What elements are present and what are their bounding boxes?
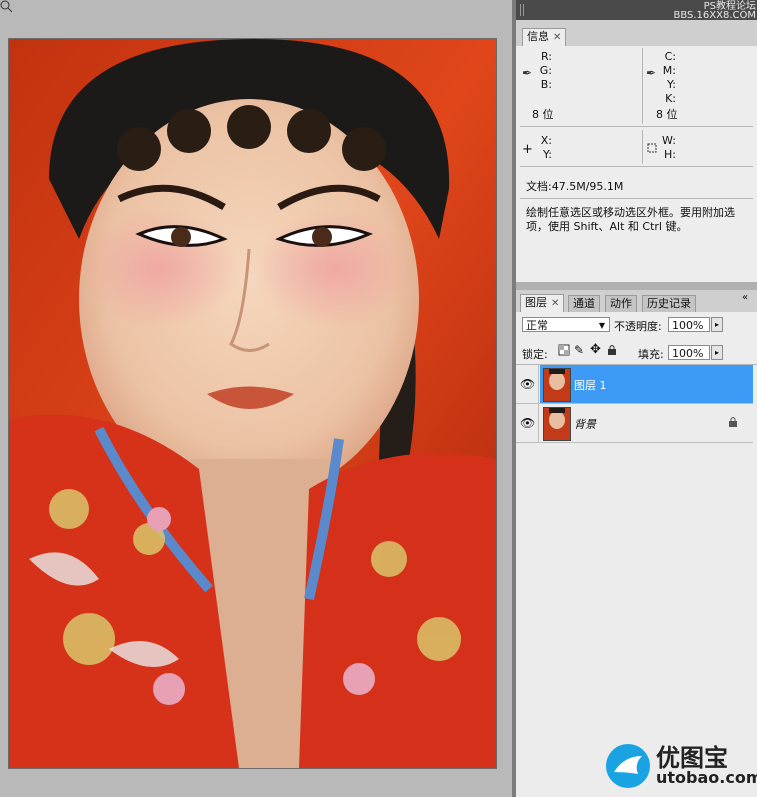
opacity-label: 不透明度:	[614, 320, 662, 333]
tab-layers[interactable]: 图层 ✕	[520, 294, 565, 312]
selection-size-icon	[646, 142, 658, 157]
tab-actions-label: 动作	[610, 297, 632, 310]
layer-row-layer1[interactable]: 👁 图层 1	[516, 365, 753, 404]
cmyk-labels: C: M: Y: K:	[662, 50, 676, 106]
lock-label: 锁定:	[522, 348, 548, 361]
tab-info[interactable]: 信息 ✕	[522, 28, 567, 46]
eyedropper-icon: ✒	[646, 66, 657, 80]
visibility-eye-icon[interactable]: 👁	[520, 377, 535, 391]
visibility-eye-icon[interactable]: 👁	[520, 416, 535, 430]
label-g: G:	[539, 64, 552, 77]
tool-hint: 绘制任意选区或移动选区外框。要用附加选项，使用 Shift、Alt 和 Ctrl…	[526, 206, 735, 233]
document-size: 文档:47.5M/95.1M	[526, 180, 624, 193]
lock-all-icon[interactable]	[607, 344, 617, 359]
bit-depth-right: 8 位	[656, 108, 678, 121]
label-k: K:	[665, 92, 676, 105]
tab-info-label: 信息	[527, 30, 549, 43]
tab-actions[interactable]: 动作	[605, 295, 637, 312]
cursor-icon	[0, 0, 14, 14]
layer-name[interactable]: 图层 1	[574, 377, 607, 393]
label-m: M:	[662, 64, 676, 77]
panel-collapse-icon[interactable]: «	[742, 292, 748, 303]
tab-layers-label: 图层	[525, 296, 547, 309]
label-w: W:	[662, 134, 676, 147]
tab-channels[interactable]: 通道	[568, 295, 600, 312]
label-y: Y:	[667, 78, 676, 91]
panel-dock-header: PS教程论坛 BBS.16XX8.COM	[516, 0, 757, 21]
fill-label: 填充:	[638, 348, 664, 361]
bit-depth-left: 8 位	[532, 108, 554, 121]
divider	[538, 365, 539, 403]
label-b: B:	[540, 78, 552, 91]
label-x: X:	[540, 134, 552, 147]
divider	[520, 126, 753, 127]
rgb-labels: R: G: B:	[538, 50, 552, 92]
fill-slider-button[interactable]: ▸	[711, 345, 723, 360]
crosshair-icon: +	[522, 142, 533, 157]
opacity-input[interactable]: 100%	[668, 317, 710, 332]
close-icon[interactable]: ✕	[553, 32, 561, 43]
info-panel-tabstrip: 信息 ✕	[516, 20, 757, 47]
layer-lock-icon	[728, 416, 738, 431]
panel-gap	[516, 282, 757, 290]
opacity-slider-button[interactable]: ▸	[711, 317, 723, 332]
xy-labels: X: Y:	[538, 134, 552, 162]
blend-mode-value: 正常	[526, 319, 548, 332]
label-r: R:	[540, 50, 552, 63]
lock-transparency-icon[interactable]	[558, 344, 570, 359]
panel-dock: PS教程论坛 BBS.16XX8.COM 信息 ✕ ✒ R: G: B: 8 位 …	[516, 0, 757, 797]
blend-mode-select[interactable]: 正常 ▼	[522, 317, 610, 332]
label-y-coord: Y:	[543, 148, 552, 161]
divider	[538, 404, 539, 442]
divider	[520, 166, 753, 167]
chevron-down-icon: ▼	[598, 321, 605, 330]
layer-row-background[interactable]: 👁 背景	[516, 404, 753, 443]
layers-panel: 正常 ▼ 不透明度: 100% ▸ 锁定: ✎ ✥ 填充: 100% ▸ 👁 图…	[516, 312, 757, 797]
bird-logo-icon	[604, 742, 652, 790]
layer-list: 👁 图层 1 👁 背景	[516, 365, 757, 797]
divider	[642, 130, 643, 164]
tab-channels-label: 通道	[573, 297, 595, 310]
watermark-line2: BBS.16XX8.COM	[673, 10, 756, 21]
layer-name[interactable]: 背景	[574, 416, 596, 432]
divider	[520, 198, 753, 199]
footer-watermark: 优图宝 utobao.com	[600, 736, 757, 794]
label-h: H:	[664, 148, 676, 161]
grip-icon[interactable]	[520, 4, 524, 16]
layer-thumbnail[interactable]	[543, 368, 571, 402]
document-canvas-area[interactable]	[0, 0, 512, 797]
close-icon[interactable]: ✕	[551, 298, 559, 309]
header-watermark: PS教程论坛 BBS.16XX8.COM	[634, 2, 756, 21]
eyedropper-icon: ✒	[522, 66, 533, 80]
layers-panel-tabstrip: 图层 ✕ 通道 动作 历史记录 «	[516, 290, 757, 313]
layer-selection-highlight	[540, 365, 753, 403]
document-image[interactable]	[8, 38, 497, 769]
info-panel: ✒ R: G: B: 8 位 ✒ C: M: Y: K: 8 位 + X: Y:…	[516, 46, 757, 282]
wh-labels: W: H:	[662, 134, 676, 162]
tab-history-label: 历史记录	[647, 297, 691, 310]
layer-thumbnail[interactable]	[543, 407, 571, 441]
label-c: C:	[664, 50, 676, 63]
watermark-domain: utobao.com	[656, 768, 757, 787]
divider	[642, 48, 643, 124]
lock-image-icon[interactable]: ✎	[574, 343, 584, 357]
fill-input[interactable]: 100%	[668, 345, 710, 360]
lock-position-icon[interactable]: ✥	[590, 342, 601, 357]
tab-history[interactable]: 历史记录	[642, 295, 696, 312]
